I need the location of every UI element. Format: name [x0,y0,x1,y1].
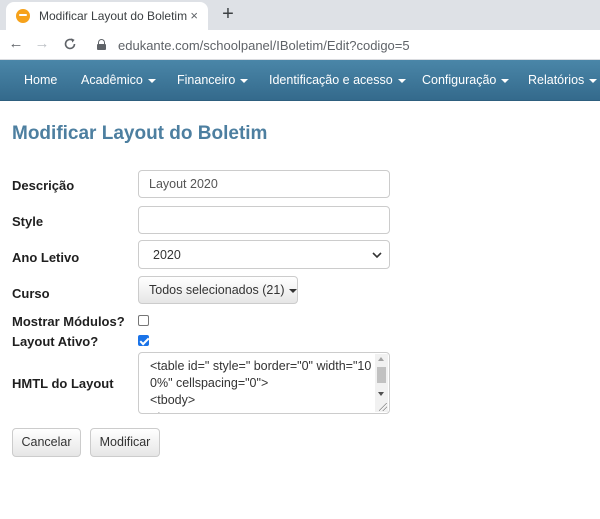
mostrar-modulos-checkbox[interactable] [138,315,149,326]
html-layout-text: <table id=" style=" border="0" width="10… [150,359,372,413]
ano-letivo-selected-value: 2020 [153,248,181,262]
main-navbar: Home Acadêmico Financeiro Identificação … [0,60,600,101]
curso-label: Curso [12,286,50,301]
browser-toolbar: ← → edukante.com/schoolpanel/IBoletim/Ed… [0,30,600,60]
caret-down-icon [501,78,510,83]
back-arrow-icon[interactable]: ← [6,34,26,54]
layout-ativo-checkbox[interactable] [138,335,149,346]
scroll-down-icon[interactable] [378,392,384,396]
nav-item-financeiro[interactable]: Financeiro [177,60,249,101]
style-input[interactable] [138,206,390,234]
caret-down-icon [240,78,249,83]
caret-down-icon [147,78,156,83]
html-layout-label: HMTL do Layout [12,376,114,391]
layout-ativo-label: Layout Ativo? [12,334,99,349]
new-tab-icon[interactable]: + [218,3,238,25]
caret-down-icon [397,78,406,83]
nav-item-academico[interactable]: Acadêmico [81,60,156,101]
descricao-label: Descrição [12,178,75,193]
scroll-up-icon[interactable] [378,357,384,361]
ano-letivo-select[interactable]: 2020 [138,240,390,269]
mostrar-modulos-label: Mostrar Módulos? [12,314,125,329]
cancel-button[interactable]: Cancelar [12,428,81,457]
address-bar-url[interactable]: edukante.com/schoolpanel/IBoletim/Edit?c… [118,38,410,53]
nav-item-configuracao[interactable]: Configuração [422,60,510,101]
curso-multiselect-button[interactable]: Todos selecionados (21) [138,276,298,304]
lock-icon[interactable] [97,39,106,50]
browser-tabstrip: Modificar Layout do Boletim × + [0,0,600,30]
caret-down-icon [288,288,297,293]
caret-down-icon [589,78,598,83]
descricao-input[interactable] [138,170,390,198]
forward-arrow-icon[interactable]: → [32,34,52,54]
tab-title: Modificar Layout do Boletim [39,9,188,23]
html-layout-textarea[interactable]: <table id=" style=" border="0" width="10… [138,352,390,414]
submit-button[interactable]: Modificar [90,428,160,457]
page-title: Modificar Layout do Boletim [12,123,268,144]
reload-icon[interactable] [60,34,80,54]
scroll-thumb[interactable] [377,367,386,383]
ano-letivo-label: Ano Letivo [12,250,80,265]
nav-item-home[interactable]: Home [24,60,57,101]
browser-tab[interactable]: Modificar Layout do Boletim × [6,2,208,30]
chevron-down-icon [372,252,382,259]
style-label: Style [12,214,44,229]
edukante-favicon-icon [16,9,30,23]
tab-close-icon[interactable]: × [190,7,198,25]
resize-handle-icon[interactable] [379,403,387,411]
nav-item-identificacao-acesso[interactable]: Identificação e acesso [269,60,406,101]
nav-item-relatorios[interactable]: Relatórios [528,60,598,101]
